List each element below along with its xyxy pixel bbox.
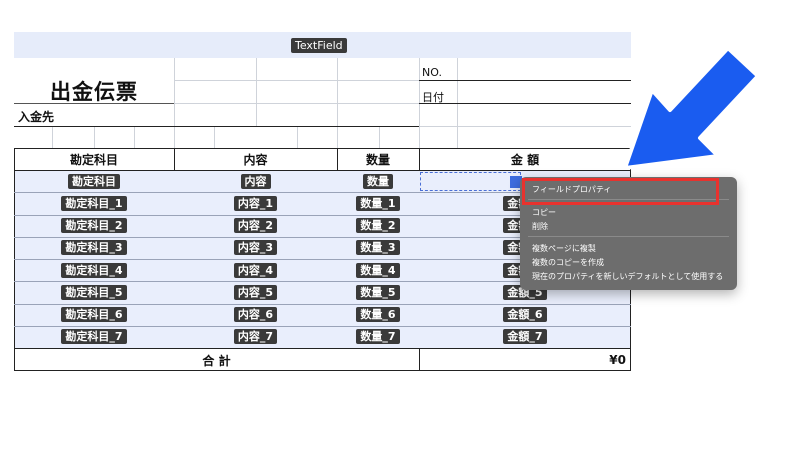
cell-quantity-field: 数量_6: [337, 304, 419, 326]
amount-field-tag[interactable]: 金額_7: [503, 329, 547, 345]
cell-quantity-field: 数量_4: [337, 259, 419, 281]
highlight-box: [522, 178, 719, 205]
cell-account-field: 勘定科目_6: [14, 304, 174, 326]
quantity-field-tag[interactable]: 数量_2: [356, 218, 400, 234]
quantity-field-tag[interactable]: 数量: [363, 173, 393, 189]
cell-account-field: 勘定科目_5: [14, 281, 174, 303]
total-label: 合 計: [202, 353, 231, 368]
voucher-title: 出金伝票: [50, 80, 138, 104]
menu-item-copy[interactable]: コピー: [532, 207, 556, 218]
quantity-field-tag[interactable]: 数量_6: [356, 307, 400, 323]
account-field-tag[interactable]: 勘定科目_3: [61, 240, 127, 256]
cell-amount-field: 金額_7: [419, 326, 631, 348]
selected-field-outline[interactable]: [420, 172, 521, 191]
menu-item-delete[interactable]: 削除: [532, 221, 548, 232]
cell-content-field: 内容: [174, 170, 337, 192]
account-field-tag[interactable]: 勘定科目_5: [61, 284, 127, 300]
date-label: 日付: [422, 91, 444, 104]
cell-amount-field: 金額_6: [419, 304, 631, 326]
cell-quantity-field: 数量_3: [337, 237, 419, 259]
account-field-tag[interactable]: 勘定科目: [68, 173, 120, 189]
account-field-tag[interactable]: 勘定科目_6: [61, 307, 127, 323]
header-account: 勘定科目: [69, 152, 118, 167]
quantity-field-tag[interactable]: 数量_1: [356, 195, 400, 211]
cell-content-field: 内容_4: [174, 259, 337, 281]
payee-label: 入金先: [18, 110, 55, 124]
cell-content-field: 内容_3: [174, 237, 337, 259]
cell-account-field: 勘定科目_2: [14, 215, 174, 237]
quantity-field-tag[interactable]: 数量_7: [356, 329, 400, 345]
cell-quantity-field: 数量_5: [337, 281, 419, 303]
content-field-tag[interactable]: 内容_3: [233, 240, 278, 256]
account-field-tag[interactable]: 勘定科目_7: [61, 329, 127, 345]
textfield-tag[interactable]: TextField: [291, 38, 347, 53]
quantity-field-tag[interactable]: 数量_4: [356, 262, 400, 278]
content-field-tag[interactable]: 内容_6: [233, 307, 278, 323]
cell-quantity-field: 数量_2: [337, 215, 419, 237]
cell-quantity-field: 数量_1: [337, 192, 419, 214]
quantity-field-tag[interactable]: 数量_3: [356, 240, 400, 256]
no-label: NO.: [422, 66, 442, 79]
total-value: ¥0: [609, 353, 626, 367]
content-field-tag[interactable]: 内容_2: [233, 218, 278, 234]
header-content: 内容: [243, 152, 268, 167]
cell-account-field: 勘定科目_3: [14, 237, 174, 259]
menu-item-use-as-default[interactable]: 現在のプロパティを新しいデフォルトとして使用する: [532, 271, 723, 282]
header-quantity: 数量: [365, 152, 390, 167]
cell-account-field: 勘定科目: [14, 170, 174, 192]
menu-item-duplicate-pages[interactable]: 複数ページに複製: [532, 243, 596, 254]
cell-content-field: 内容_7: [174, 326, 337, 348]
menu-item-create-multiple-copies[interactable]: 複数のコピーを作成: [532, 257, 604, 268]
menu-separator: [528, 236, 729, 237]
content-field-tag[interactable]: 内容_5: [233, 284, 278, 300]
cell-quantity-field: 数量_7: [337, 326, 419, 348]
cell-quantity-field: 数量: [337, 170, 419, 192]
cell-content-field: 内容_6: [174, 304, 337, 326]
account-field-tag[interactable]: 勘定科目_2: [61, 218, 127, 234]
account-field-tag[interactable]: 勘定科目_1: [61, 195, 127, 211]
content-field-tag[interactable]: 内容_4: [233, 262, 278, 278]
content-field-tag[interactable]: 内容: [240, 173, 271, 189]
cell-account-field: 勘定科目_4: [14, 259, 174, 281]
cell-account-field: 勘定科目_7: [14, 326, 174, 348]
amount-field-tag[interactable]: 金額_6: [503, 307, 547, 323]
cell-content-field: 内容_1: [174, 192, 337, 214]
quantity-field-tag[interactable]: 数量_5: [356, 284, 400, 300]
content-field-tag[interactable]: 内容_7: [233, 329, 278, 345]
cell-content-field: 内容_5: [174, 281, 337, 303]
cell-content-field: 内容_2: [174, 215, 337, 237]
content-field-tag[interactable]: 内容_1: [233, 195, 278, 211]
account-field-tag[interactable]: 勘定科目_4: [61, 262, 127, 278]
cell-account-field: 勘定科目_1: [14, 192, 174, 214]
